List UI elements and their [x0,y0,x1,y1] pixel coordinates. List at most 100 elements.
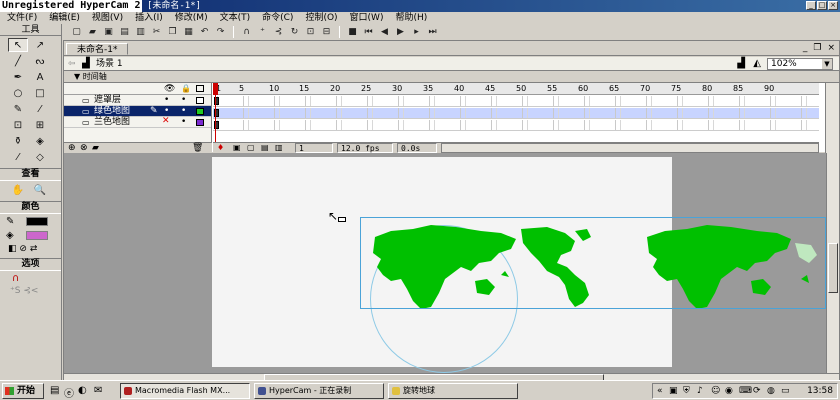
straighten-option-icon[interactable]: ⊰< [23,286,38,296]
menu-modify[interactable]: 修改(M) [169,12,214,24]
volume-icon[interactable]: ♪ [697,386,703,396]
show-desktop-icon[interactable]: ▤ [50,385,59,396]
edit-multiple-icon[interactable]: ▤ [261,143,269,153]
scene-name[interactable]: 场景 1 [96,58,123,70]
timeline-header[interactable]: ▼ 时间轴 [64,72,839,82]
frames-grid[interactable]: 1 5 10 15 20 25 30 35 40 45 50 55 60 65 … [213,83,819,153]
smooth-icon[interactable]: ⁺ [256,26,269,38]
magnet-icon[interactable]: ∩ [12,273,19,284]
swap-colors-icon[interactable]: ⇄ [30,244,38,254]
add-folder-icon[interactable]: ▰ [92,143,99,153]
stage-vscroll[interactable] [826,153,839,373]
vscroll-thumb[interactable] [828,243,838,293]
center-frame-icon[interactable]: ♦ [217,143,224,153]
ie-icon[interactable]: ⓔ [64,385,74,400]
eye-icon[interactable]: 👁 [164,84,175,94]
task-hypercam[interactable]: HyperCam - 正在录制 [254,383,384,399]
copy-icon[interactable]: ❐ [166,26,179,38]
frame-row[interactable] [213,96,819,107]
cut-icon[interactable]: ✂ [150,26,163,38]
straighten-icon[interactable]: ⊰ [272,26,285,38]
menu-control[interactable]: 控制(O) [299,12,343,24]
lock-dot[interactable]: • [181,106,186,117]
doc-restore-icon[interactable]: ❐ [813,43,821,53]
menu-help[interactable]: 帮助(H) [389,12,433,24]
print-preview-icon[interactable]: ▥ [134,26,147,38]
outlook-icon[interactable]: ✉ [94,385,102,396]
layer-row[interactable]: ▭ 兰色地图 ✕ • [64,116,211,128]
print-icon[interactable]: ▤ [118,26,131,38]
frame-row[interactable] [213,120,819,131]
edit-symbol-icon[interactable]: ◭ [753,58,761,69]
paste-icon[interactable]: ▦ [182,26,195,38]
eyedropper-tool-icon[interactable]: ⁄ [8,150,28,164]
camera-icon[interactable]: ◍ [767,386,775,396]
task-folder[interactable]: 旋转地球 [388,383,518,399]
redo-icon[interactable]: ↷ [214,26,227,38]
align-icon[interactable]: ⊟ [320,26,333,38]
subselect-tool-icon[interactable]: ↗ [30,38,50,52]
network-icon[interactable]: ▣ [669,386,678,396]
menu-edit[interactable]: 编辑(E) [43,12,86,24]
outline-icon[interactable] [196,85,204,92]
onion-markers-icon[interactable]: ▥ [275,143,283,153]
doc-close-icon[interactable]: × [827,43,835,53]
edit-scene-icon[interactable]: ▟ [737,58,745,69]
rewind-icon[interactable]: ⏮ [362,26,375,38]
timeline-hscroll[interactable] [441,143,819,153]
stroke-color-swatch[interactable] [26,217,48,226]
brush-tool-icon[interactable]: ⁄ [30,102,50,116]
pen-tool-icon[interactable]: ✒ [8,70,28,84]
media-icon[interactable]: ◐ [78,385,87,396]
onion-skin-icon[interactable]: ▣ [233,143,241,153]
text-tool-icon[interactable]: A [30,70,50,84]
play-icon[interactable]: ▶ [394,26,407,38]
fill-color-swatch[interactable] [26,231,48,240]
save-icon[interactable]: ▣ [102,26,115,38]
oval-tool-icon[interactable]: ○ [8,86,28,100]
free-transform-tool-icon[interactable]: ⊡ [8,118,28,132]
hand-tool-icon[interactable]: ✋ [8,183,28,197]
eraser-tool-icon[interactable]: ◇ [30,150,50,164]
menu-file[interactable]: 文件(F) [0,12,43,24]
no-color-icon[interactable]: ⊘ [19,244,27,254]
snap-magnet-icon[interactable]: ∩ [240,26,253,38]
start-button[interactable]: 开始 [2,383,44,399]
update-icon[interactable]: ⟳ [753,386,761,396]
layer-row[interactable]: ▭ 遮罩层 • • [64,95,211,106]
display-icon[interactable]: ▭ [781,386,790,396]
undo-icon[interactable]: ↶ [198,26,211,38]
hidden-x-icon[interactable]: ✕ [162,116,170,127]
menu-insert[interactable]: 插入(I) [129,12,169,24]
fill-transform-tool-icon[interactable]: ⊞ [30,118,50,132]
minimize-button[interactable]: _ [806,1,816,10]
add-layer-icon[interactable]: ⊕ [68,143,76,153]
messenger-icon[interactable]: ☺ [711,386,720,396]
add-guide-icon[interactable]: ⊗ [80,143,88,153]
lock-dot[interactable]: • [181,95,186,106]
lock-dot[interactable]: • [181,117,186,128]
tray-collapse-icon[interactable]: « [657,386,663,396]
task-flash[interactable]: Macromedia Flash MX... [120,383,250,399]
shield-icon[interactable]: ⛨ [683,386,690,396]
lasso-tool-icon[interactable]: ᔓ [30,54,50,68]
menu-window[interactable]: 窗口(W) [344,12,390,24]
chevron-down-icon[interactable]: ▼ [822,59,832,69]
smooth-option-icon[interactable]: ⁺S [10,286,20,296]
visibility-dot[interactable]: • [164,95,169,106]
zoom-tool-icon[interactable]: 🔍 [30,183,50,197]
menu-view[interactable]: 视图(V) [86,12,129,24]
maximize-button[interactable]: □ [817,1,827,10]
open-folder-icon[interactable]: ▰ [86,26,99,38]
antivirus-icon[interactable]: ◉ [725,386,733,396]
pencil-tool-icon[interactable]: ✎ [8,102,28,116]
menu-commands[interactable]: 命令(C) [256,12,299,24]
frame-row[interactable] [213,108,819,119]
rectangle-tool-icon[interactable]: □ [30,86,50,100]
document-tab[interactable]: 未命名-1* [66,43,129,55]
zoom-select[interactable]: 102% ▼ [767,58,833,70]
ink-bottle-tool-icon[interactable]: ⚱ [8,134,28,148]
playhead-handle[interactable] [213,83,218,95]
line-tool-icon[interactable]: ╱ [8,54,28,68]
new-file-icon[interactable]: ▢ [70,26,83,38]
